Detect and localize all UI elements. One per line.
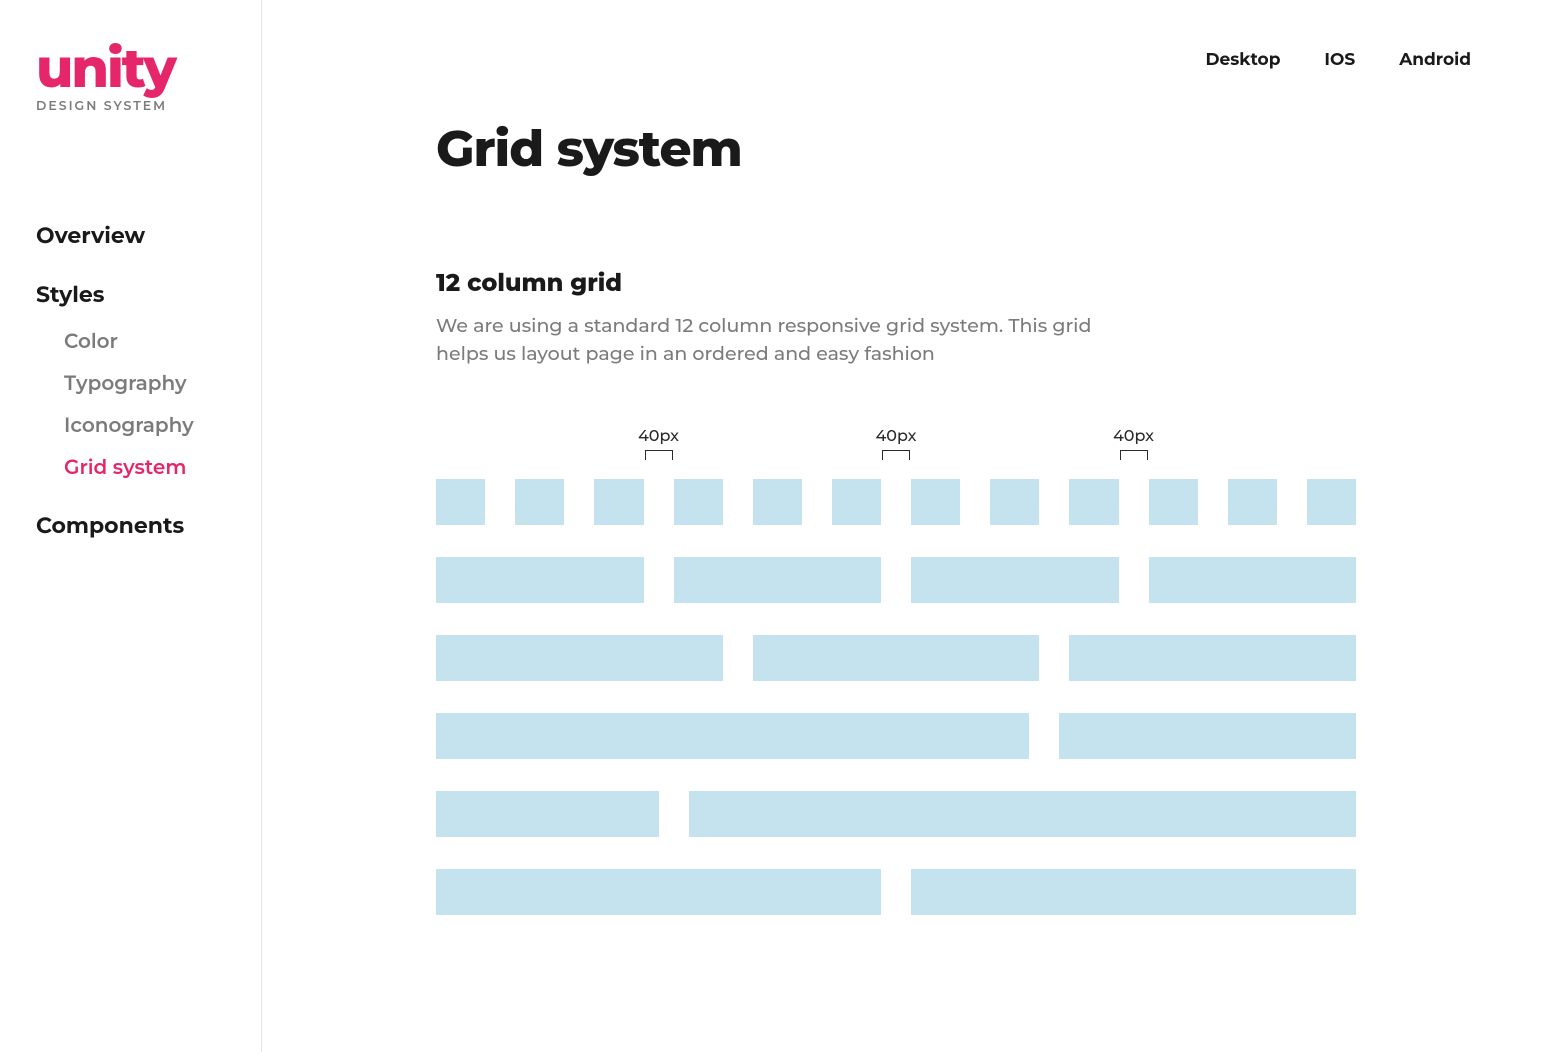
grid-cell <box>1149 479 1198 525</box>
grid-cell <box>436 635 723 681</box>
nav-styles[interactable]: Styles <box>36 281 225 308</box>
nav-sub-typography[interactable]: Typography <box>64 372 225 396</box>
grid-cell <box>753 479 802 525</box>
app-root: unity DESIGN SYSTEM Overview Styles Colo… <box>0 0 1541 1052</box>
nav-components[interactable]: Components <box>36 512 225 539</box>
gutter-label-text: 40px <box>1113 427 1154 446</box>
nav-overview[interactable]: Overview <box>36 222 225 249</box>
grid-row <box>436 713 1356 759</box>
main: Desktop IOS Android Grid system 12 colum… <box>262 0 1541 1052</box>
sidebar: unity DESIGN SYSTEM Overview Styles Colo… <box>0 0 262 1052</box>
gutter-labels: 40px 40px 40px <box>436 427 1356 475</box>
section-title: 12 column grid <box>436 269 1262 298</box>
grid-cell <box>436 557 644 603</box>
grid-row <box>436 869 1356 915</box>
grid-row <box>436 635 1356 681</box>
content: Grid system 12 column grid We are using … <box>262 0 1262 915</box>
grid-row <box>436 791 1356 837</box>
grid-cell <box>753 635 1040 681</box>
grid-row <box>436 557 1356 603</box>
gutter-marker: 40px <box>876 427 916 460</box>
grid-cell <box>436 791 659 837</box>
brand-tagline: DESIGN SYSTEM <box>36 99 225 114</box>
grid-cell <box>594 479 643 525</box>
platform-tabs: Desktop IOS Android <box>1206 50 1471 70</box>
nav-sub-grid-system[interactable]: Grid system <box>64 456 225 480</box>
brand-name: unity <box>36 44 225 93</box>
grid-cell <box>674 557 882 603</box>
grid-cell <box>1059 713 1356 759</box>
gutter-label-text: 40px <box>638 427 679 446</box>
grid-cell <box>1069 635 1356 681</box>
grid-cell <box>911 557 1119 603</box>
grid-cell <box>1149 557 1357 603</box>
grid-demo: 40px 40px 40px <box>436 427 1356 915</box>
tab-android[interactable]: Android <box>1399 50 1471 70</box>
grid-cell <box>689 791 1357 837</box>
grid-cell <box>911 479 960 525</box>
gutter-label-text: 40px <box>876 427 917 446</box>
nav-sub-iconography[interactable]: Iconography <box>64 414 225 438</box>
gutter-marker: 40px <box>639 427 679 460</box>
grid-cell <box>1228 479 1277 525</box>
gutter-bracket-icon <box>645 450 673 460</box>
gutter-bracket-icon <box>1120 450 1148 460</box>
nav-styles-subitems: Color Typography Iconography Grid system <box>36 330 225 480</box>
gutter-marker: 40px <box>1114 427 1154 460</box>
grid-cell <box>1069 479 1118 525</box>
grid-row <box>436 479 1356 525</box>
gutter-bracket-icon <box>882 450 910 460</box>
grid-cell <box>990 479 1039 525</box>
nav-sub-color[interactable]: Color <box>64 330 225 354</box>
tab-ios[interactable]: IOS <box>1324 50 1355 70</box>
grid-cell <box>1307 479 1356 525</box>
grid-cell <box>436 479 485 525</box>
grid-cell <box>911 869 1356 915</box>
grid-cell <box>674 479 723 525</box>
section-description: We are using a standard 12 column respon… <box>436 312 1136 367</box>
tab-desktop[interactable]: Desktop <box>1206 50 1281 70</box>
grid-cell <box>436 869 881 915</box>
grid-rows <box>436 479 1356 915</box>
brand-logo: unity DESIGN SYSTEM <box>36 44 225 114</box>
grid-cell <box>436 713 1029 759</box>
grid-cell <box>515 479 564 525</box>
page-title: Grid system <box>436 118 1262 179</box>
grid-cell <box>832 479 881 525</box>
